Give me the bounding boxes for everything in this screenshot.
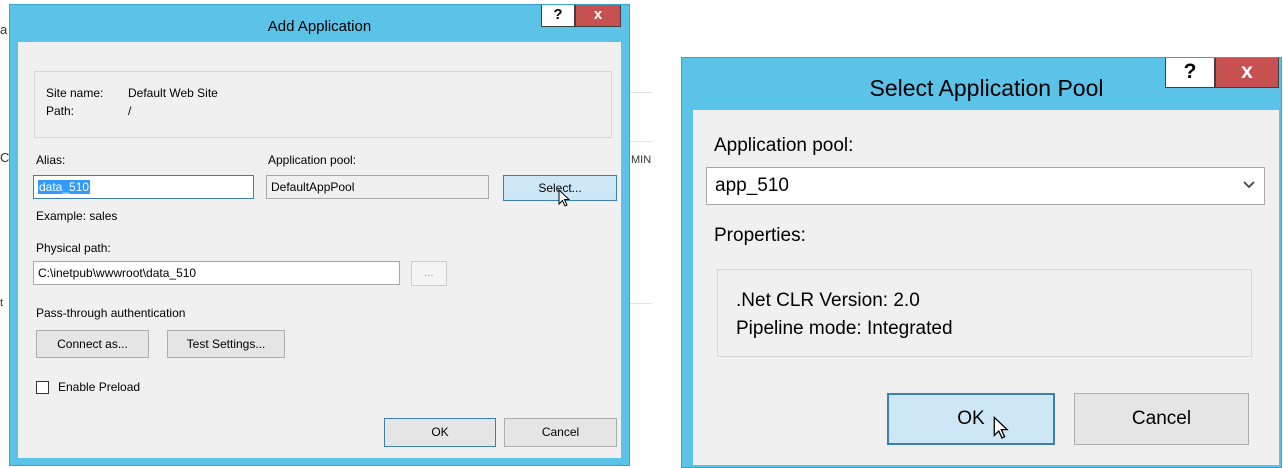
close-button[interactable]: x bbox=[575, 5, 621, 27]
application-pool-label: Application pool: bbox=[268, 153, 357, 167]
physical-path-label: Physical path: bbox=[36, 241, 111, 255]
test-settings-button[interactable]: Test Settings... bbox=[167, 330, 285, 358]
path-value: / bbox=[128, 104, 132, 118]
application-pool-dropdown[interactable]: app_510 bbox=[706, 167, 1265, 205]
properties-label: Properties: bbox=[714, 225, 806, 246]
physical-path-value: C:\inetpub\wwwroot\data_510 bbox=[38, 266, 197, 280]
background-fragment: t bbox=[0, 297, 4, 309]
dialog-body: Application pool: app_510 Properties: .N… bbox=[693, 110, 1279, 465]
background-fragment: a bbox=[0, 22, 8, 37]
browse-button[interactable]: ... bbox=[411, 261, 447, 286]
dialog-title: Add Application bbox=[267, 18, 372, 35]
properties-panel: .Net CLR Version: 2.0 Pipeline mode: Int… bbox=[717, 269, 1252, 357]
alias-input[interactable]: data_510 bbox=[33, 175, 254, 199]
add-application-dialog: Add Application ? x Site name: Default W… bbox=[9, 4, 630, 466]
ok-button[interactable]: OK bbox=[384, 418, 496, 447]
alias-example-text: Example: sales bbox=[36, 209, 118, 223]
site-name-value: Default Web Site bbox=[128, 86, 218, 100]
alias-value: data_510 bbox=[38, 180, 91, 194]
application-pool-selected: app_510 bbox=[715, 175, 789, 196]
ok-button[interactable]: OK bbox=[887, 393, 1055, 445]
application-pool-value: DefaultAppPool bbox=[271, 180, 355, 194]
pass-through-auth-label: Pass-through authentication bbox=[36, 306, 186, 320]
enable-preload-checkbox[interactable] bbox=[36, 381, 49, 394]
title-bar[interactable]: Add Application ? x bbox=[10, 5, 629, 41]
clr-version-text: .Net CLR Version: 2.0 bbox=[736, 290, 920, 311]
close-icon: x bbox=[593, 6, 603, 23]
close-button[interactable]: x bbox=[1215, 58, 1279, 88]
physical-path-input[interactable]: C:\inetpub\wwwroot\data_510 bbox=[33, 261, 400, 285]
close-icon: x bbox=[1241, 60, 1253, 83]
enable-preload-label: Enable Preload bbox=[58, 380, 141, 394]
background-fragment: MIN bbox=[631, 154, 652, 166]
background-divider bbox=[630, 141, 652, 142]
mouse-pointer-icon bbox=[993, 416, 1009, 439]
select-application-pool-dialog: Select Application Pool ? x Application … bbox=[681, 57, 1282, 468]
help-button[interactable]: ? bbox=[1165, 58, 1215, 88]
path-label: Path: bbox=[46, 104, 75, 118]
title-bar[interactable]: Select Application Pool ? x bbox=[682, 58, 1281, 110]
background-fragment: C bbox=[0, 150, 10, 165]
cancel-button[interactable]: Cancel bbox=[504, 418, 617, 447]
application-pool-field: DefaultAppPool bbox=[266, 175, 489, 199]
pipeline-mode-text: Pipeline mode: Integrated bbox=[736, 318, 953, 339]
mouse-pointer-icon bbox=[558, 189, 571, 207]
background-divider bbox=[630, 92, 652, 93]
site-name-label: Site name: bbox=[46, 86, 104, 100]
chevron-down-icon bbox=[1243, 181, 1255, 189]
cancel-button[interactable]: Cancel bbox=[1074, 393, 1249, 445]
site-info-group: Site name: Default Web Site Path: / bbox=[34, 71, 612, 138]
application-pool-label: Application pool: bbox=[714, 135, 854, 156]
dialog-body: Site name: Default Web Site Path: / Alia… bbox=[18, 42, 621, 458]
help-button[interactable]: ? bbox=[541, 5, 575, 27]
background-divider bbox=[630, 303, 652, 304]
connect-as-button[interactable]: Connect as... bbox=[36, 330, 149, 358]
alias-label: Alias: bbox=[36, 153, 66, 167]
